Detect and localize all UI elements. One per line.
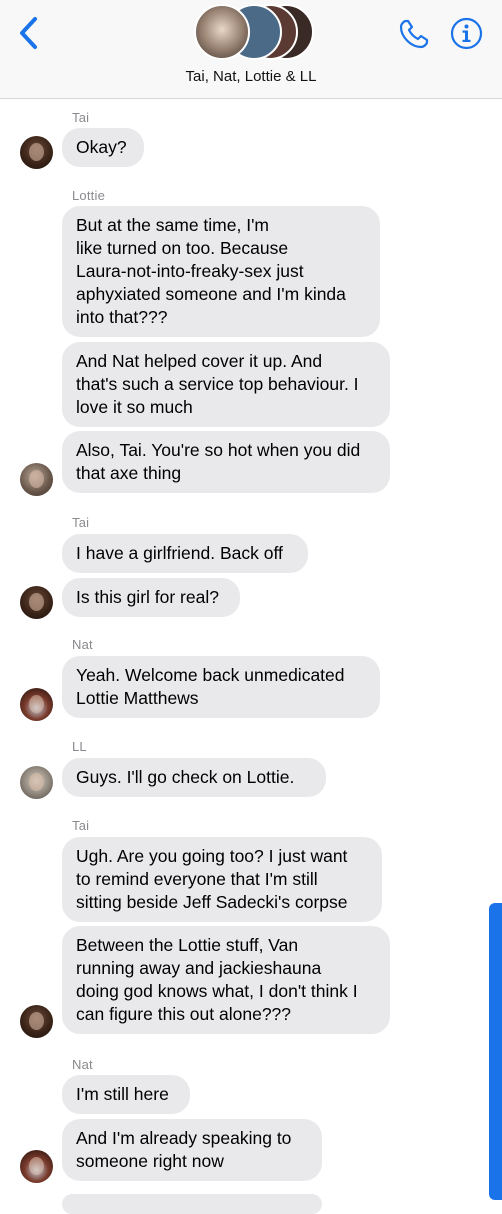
message-bubble[interactable]: Also, Tai. You're so hot when you did th… xyxy=(62,431,390,493)
message-bubble[interactable]: And Nat helped cover it up. And that's s… xyxy=(62,342,390,427)
scrollbar[interactable] xyxy=(489,903,502,1200)
sender-name: Nat xyxy=(72,1057,93,1072)
info-icon[interactable] xyxy=(450,17,483,50)
sender-name: LL xyxy=(72,739,87,754)
avatar[interactable] xyxy=(20,1150,53,1183)
sender-name: Tai xyxy=(72,818,90,833)
message-bubble[interactable]: But at the same time, I'm like turned on… xyxy=(62,206,380,337)
message-bubble[interactable]: Yeah. Welcome back unmedicated Lottie Ma… xyxy=(62,656,380,718)
avatar[interactable] xyxy=(20,688,53,721)
avatar[interactable] xyxy=(20,463,53,496)
sender-name: Nat xyxy=(72,637,93,652)
avatar xyxy=(194,4,250,60)
phone-icon[interactable] xyxy=(398,18,430,50)
chevron-left-icon[interactable] xyxy=(16,16,42,50)
sender-name: Tai xyxy=(72,515,90,530)
message-bubble[interactable]: Between the Lottie stuff, Van running aw… xyxy=(62,926,390,1034)
group-avatar[interactable] xyxy=(194,4,314,60)
sender-name: Tai xyxy=(72,110,90,125)
message-bubble[interactable]: I have a girlfriend. Back off xyxy=(62,534,308,573)
conversation-title[interactable]: Tai, Nat, Lottie & LL xyxy=(0,68,502,85)
message-bubble[interactable]: And I'm already speaking to someone righ… xyxy=(62,1119,322,1181)
message-bubble[interactable]: Ugh. Are you going too? I just want to r… xyxy=(62,837,382,922)
avatar[interactable] xyxy=(20,1005,53,1038)
avatar[interactable] xyxy=(20,136,53,169)
sender-name: Lottie xyxy=(72,188,106,203)
message-bubble[interactable]: Okay? xyxy=(62,128,144,167)
message-bubble[interactable]: Guys. I'll go check on Lottie. xyxy=(62,758,326,797)
message-bubble[interactable]: Is this girl for real? xyxy=(62,578,240,617)
avatar[interactable] xyxy=(20,766,53,799)
chat-header: Tai, Nat, Lottie & LL xyxy=(0,0,502,99)
avatar[interactable] xyxy=(20,586,53,619)
message-bubble[interactable] xyxy=(62,1194,322,1214)
message-bubble[interactable]: I'm still here xyxy=(62,1075,190,1114)
